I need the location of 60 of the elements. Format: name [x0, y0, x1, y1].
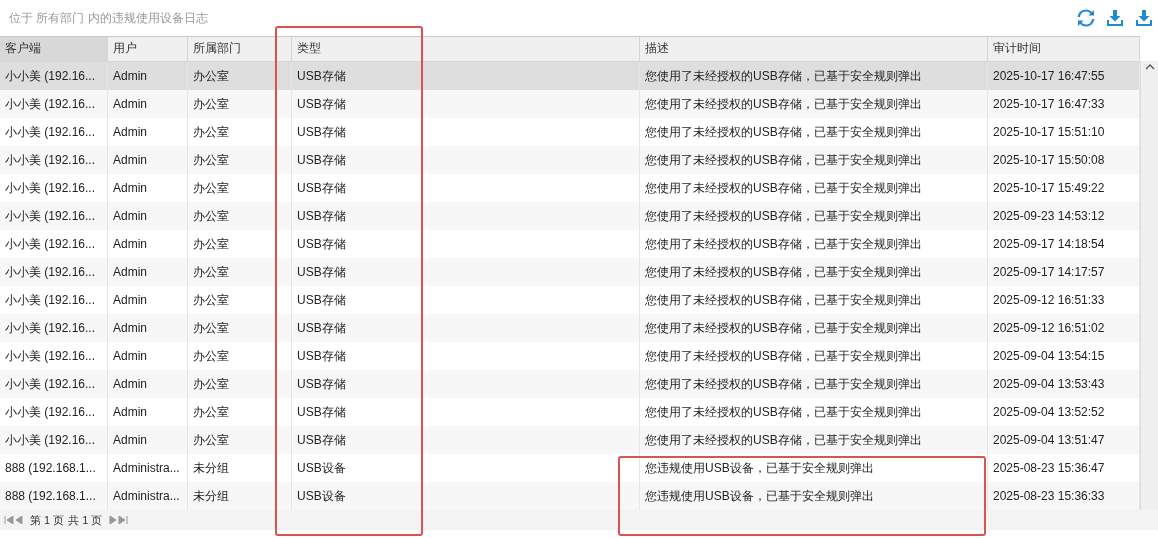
table-cell: 办公室	[188, 314, 292, 342]
column-header[interactable]: 类型	[292, 37, 640, 61]
table-cell: 小小美 (192.16...	[0, 258, 108, 286]
table-row[interactable]: 小小美 (192.16... Admin 办公室 USB存储 您使用了未经授权的USB存储，已基于安全规则弹出 2025-09-04 13:51:47	[0, 426, 1140, 454]
table-cell: USB存储	[292, 202, 640, 230]
table-cell: Admin	[108, 426, 188, 454]
table-cell: USB存储	[292, 258, 640, 286]
table-cell: 小小美 (192.16...	[0, 426, 108, 454]
table-cell: Admin	[108, 370, 188, 398]
table-row[interactable]: 小小美 (192.16... Admin 办公室 USB存储 您使用了未经授权的USB存储，已基于安全规则弹出 2025-10-17 15:50:08	[0, 146, 1140, 174]
page-total: 共 1 页	[68, 513, 103, 527]
download-icon[interactable]	[1105, 8, 1125, 28]
table-row[interactable]: 小小美 (192.16... Admin 办公室 USB存储 您使用了未经授权的USB存储，已基于安全规则弹出 2025-09-17 14:17:57	[0, 258, 1140, 286]
scrollbar[interactable]	[1140, 61, 1158, 510]
table-cell: 小小美 (192.16...	[0, 90, 108, 118]
column-header[interactable]: 用户	[108, 37, 188, 61]
table-row[interactable]: 小小美 (192.16... Admin 办公室 USB存储 您使用了未经授权的USB存储，已基于安全规则弹出 2025-10-17 16:47:33	[0, 90, 1140, 118]
table-cell: 您使用了未经授权的USB存储，已基于安全规则弹出	[640, 146, 988, 174]
table-cell: USB存储	[292, 90, 640, 118]
table-cell: 小小美 (192.16...	[0, 314, 108, 342]
scroll-up-icon[interactable]	[1144, 63, 1155, 71]
download-icon[interactable]	[1134, 8, 1154, 28]
table-cell: Admin	[108, 314, 188, 342]
refresh-icon[interactable]	[1076, 8, 1096, 28]
table-cell: 您使用了未经授权的USB存储，已基于安全规则弹出	[640, 370, 988, 398]
table-cell: USB存储	[292, 426, 640, 454]
table-cell: 您使用了未经授权的USB存储，已基于安全规则弹出	[640, 258, 988, 286]
table-cell: 小小美 (192.16...	[0, 202, 108, 230]
table-row[interactable]: 小小美 (192.16... Admin 办公室 USB存储 您使用了未经授权的USB存储，已基于安全规则弹出 2025-09-23 14:53:12	[0, 202, 1140, 230]
table-cell: 您使用了未经授权的USB存储，已基于安全规则弹出	[640, 90, 988, 118]
table-cell: USB存储	[292, 146, 640, 174]
column-header[interactable]: 客户端	[0, 37, 108, 61]
table-cell: 小小美 (192.16...	[0, 370, 108, 398]
next-last-icon[interactable]	[106, 516, 129, 524]
table-cell: Admin	[108, 202, 188, 230]
table-cell: Admin	[108, 258, 188, 286]
table-cell: Admin	[108, 90, 188, 118]
table-cell: 办公室	[188, 258, 292, 286]
column-header[interactable]: 描述	[640, 37, 988, 61]
table-cell: Admin	[108, 146, 188, 174]
table-row[interactable]: 小小美 (192.16... Admin 办公室 USB存储 您使用了未经授权的USB存储，已基于安全规则弹出 2025-09-12 16:51:02	[0, 314, 1140, 342]
table-cell: 您使用了未经授权的USB存储，已基于安全规则弹出	[640, 314, 988, 342]
table-cell: 您使用了未经授权的USB存储，已基于安全规则弹出	[640, 202, 988, 230]
table-cell: USB存储	[292, 370, 640, 398]
table-row[interactable]: 小小美 (192.16... Admin 办公室 USB存储 您使用了未经授权的USB存储，已基于安全规则弹出 2025-10-17 16:47:55	[0, 62, 1140, 90]
table-cell: 办公室	[188, 202, 292, 230]
table-cell: 办公室	[188, 90, 292, 118]
column-header[interactable]: 所属部门	[188, 37, 292, 61]
page-label: 第 1 页	[30, 513, 65, 527]
table-row[interactable]: 小小美 (192.16... Admin 办公室 USB存储 您使用了未经授权的USB存储，已基于安全规则弹出 2025-09-04 13:53:43	[0, 370, 1140, 398]
column-header[interactable]: 审计时间	[988, 37, 1140, 61]
table-cell: 您使用了未经授权的USB存储，已基于安全规则弹出	[640, 426, 988, 454]
table-cell: 办公室	[188, 426, 292, 454]
table-cell: 办公室	[188, 370, 292, 398]
table-row[interactable]: 888 (192.168.1... Administra... 未分组 USB设备 您违规使用USB设备，已基于安全规则弹出 2025-08-23 15:36:33	[0, 482, 1140, 510]
table-cell: 小小美 (192.16...	[0, 146, 108, 174]
table-cell: USB存储	[292, 314, 640, 342]
log-caption: 位于 所有部门 内的违规使用设备日志	[9, 9, 208, 27]
first-prev-icon[interactable]	[4, 516, 26, 524]
table-cell: 办公室	[188, 146, 292, 174]
